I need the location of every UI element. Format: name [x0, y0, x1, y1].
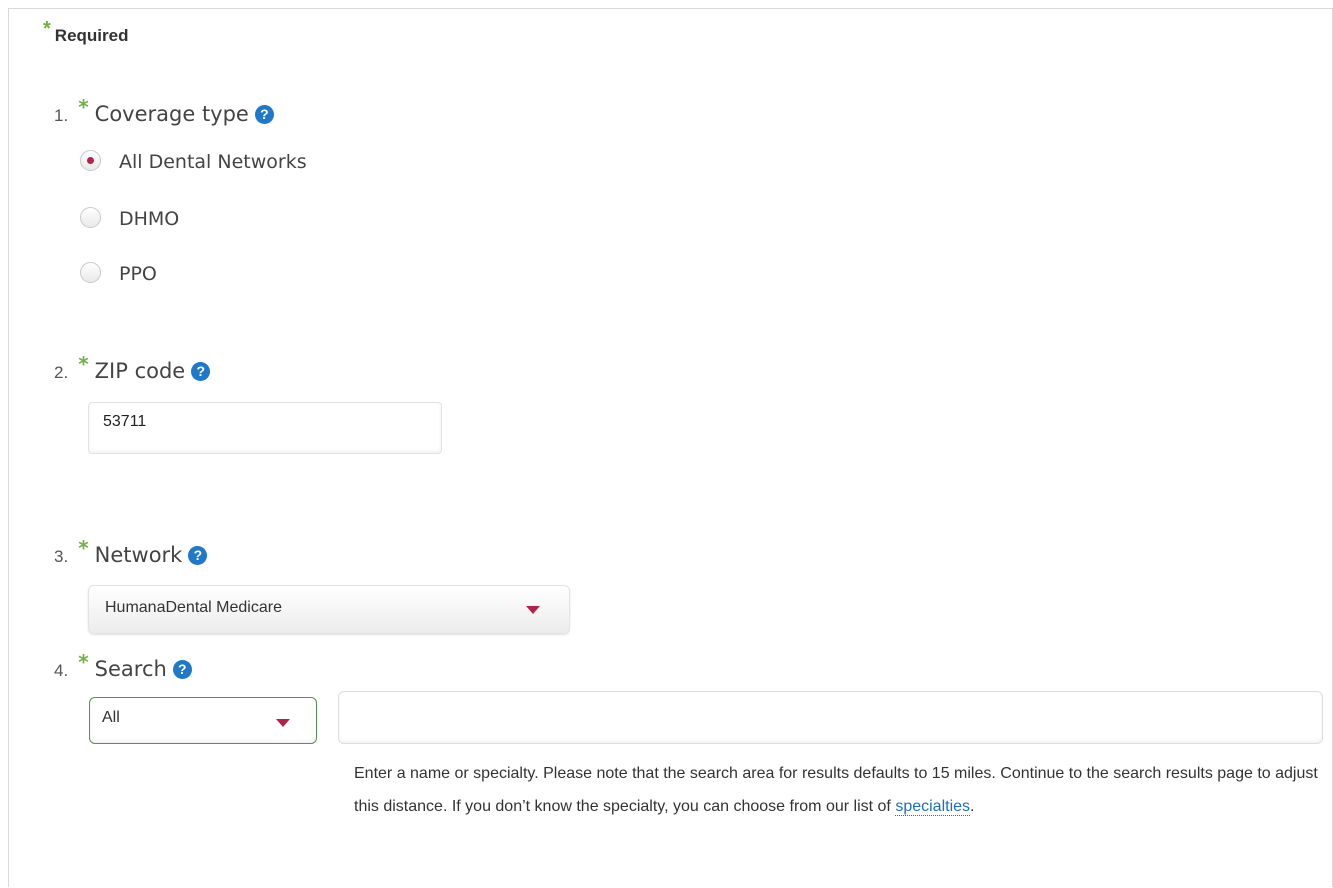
radio-option-label[interactable]: DHMO [119, 208, 179, 230]
caret-down-icon [526, 606, 540, 614]
radio-button[interactable] [80, 207, 101, 228]
zip-code-heading: 2. * ZIP code? [54, 352, 211, 383]
search-filter-selected-value: All [102, 709, 120, 726]
radio-button-checked[interactable] [80, 150, 101, 171]
network-dropdown[interactable]: HumanaDental Medicare [88, 585, 570, 634]
coverage-type-label: Coverage type [94, 102, 249, 126]
specialties-link[interactable]: specialties [895, 798, 971, 816]
network-selected-value: HumanaDental Medicare [105, 599, 282, 616]
radio-option-dhmo[interactable]: DHMO [80, 207, 179, 230]
search-help-note: Enter a name or specialty. Please note t… [354, 757, 1319, 823]
required-star: * [78, 95, 89, 119]
help-icon[interactable]: ? [188, 546, 208, 565]
network-label: Network [94, 543, 183, 567]
search-input[interactable] [338, 691, 1323, 744]
zip-code-input[interactable]: 53711 [88, 402, 442, 454]
question-number: 4. [54, 661, 69, 680]
question-number: 2. [54, 363, 69, 382]
search-help-text: Enter a name or specialty. Please note t… [354, 765, 1318, 815]
radio-button[interactable] [80, 262, 101, 283]
help-icon[interactable]: ? [191, 362, 211, 381]
question-number: 3. [54, 547, 69, 566]
search-heading: 4. * Search? [54, 650, 192, 681]
search-help-text-end: . [970, 798, 975, 815]
help-icon[interactable]: ? [254, 105, 274, 124]
required-label: Required [54, 26, 129, 45]
search-filter-dropdown[interactable]: All [89, 697, 317, 744]
coverage-type-heading: 1. * Coverage type? [54, 95, 274, 126]
radio-option-all-dental-networks[interactable]: All Dental Networks [80, 150, 307, 173]
caret-down-icon [276, 719, 290, 727]
required-star: * [43, 18, 51, 40]
search-label: Search [94, 657, 167, 681]
help-icon[interactable]: ? [172, 660, 192, 679]
radio-option-label[interactable]: All Dental Networks [119, 151, 307, 173]
required-star: * [78, 352, 89, 376]
required-star: * [78, 650, 89, 674]
question-number: 1. [54, 106, 69, 125]
radio-option-ppo[interactable]: PPO [80, 262, 157, 285]
network-heading: 3. * Network? [54, 536, 208, 567]
radio-option-label[interactable]: PPO [119, 263, 157, 285]
zip-code-label: ZIP code [94, 359, 186, 383]
required-star: * [78, 536, 89, 560]
required-legend: * Required [43, 18, 129, 47]
